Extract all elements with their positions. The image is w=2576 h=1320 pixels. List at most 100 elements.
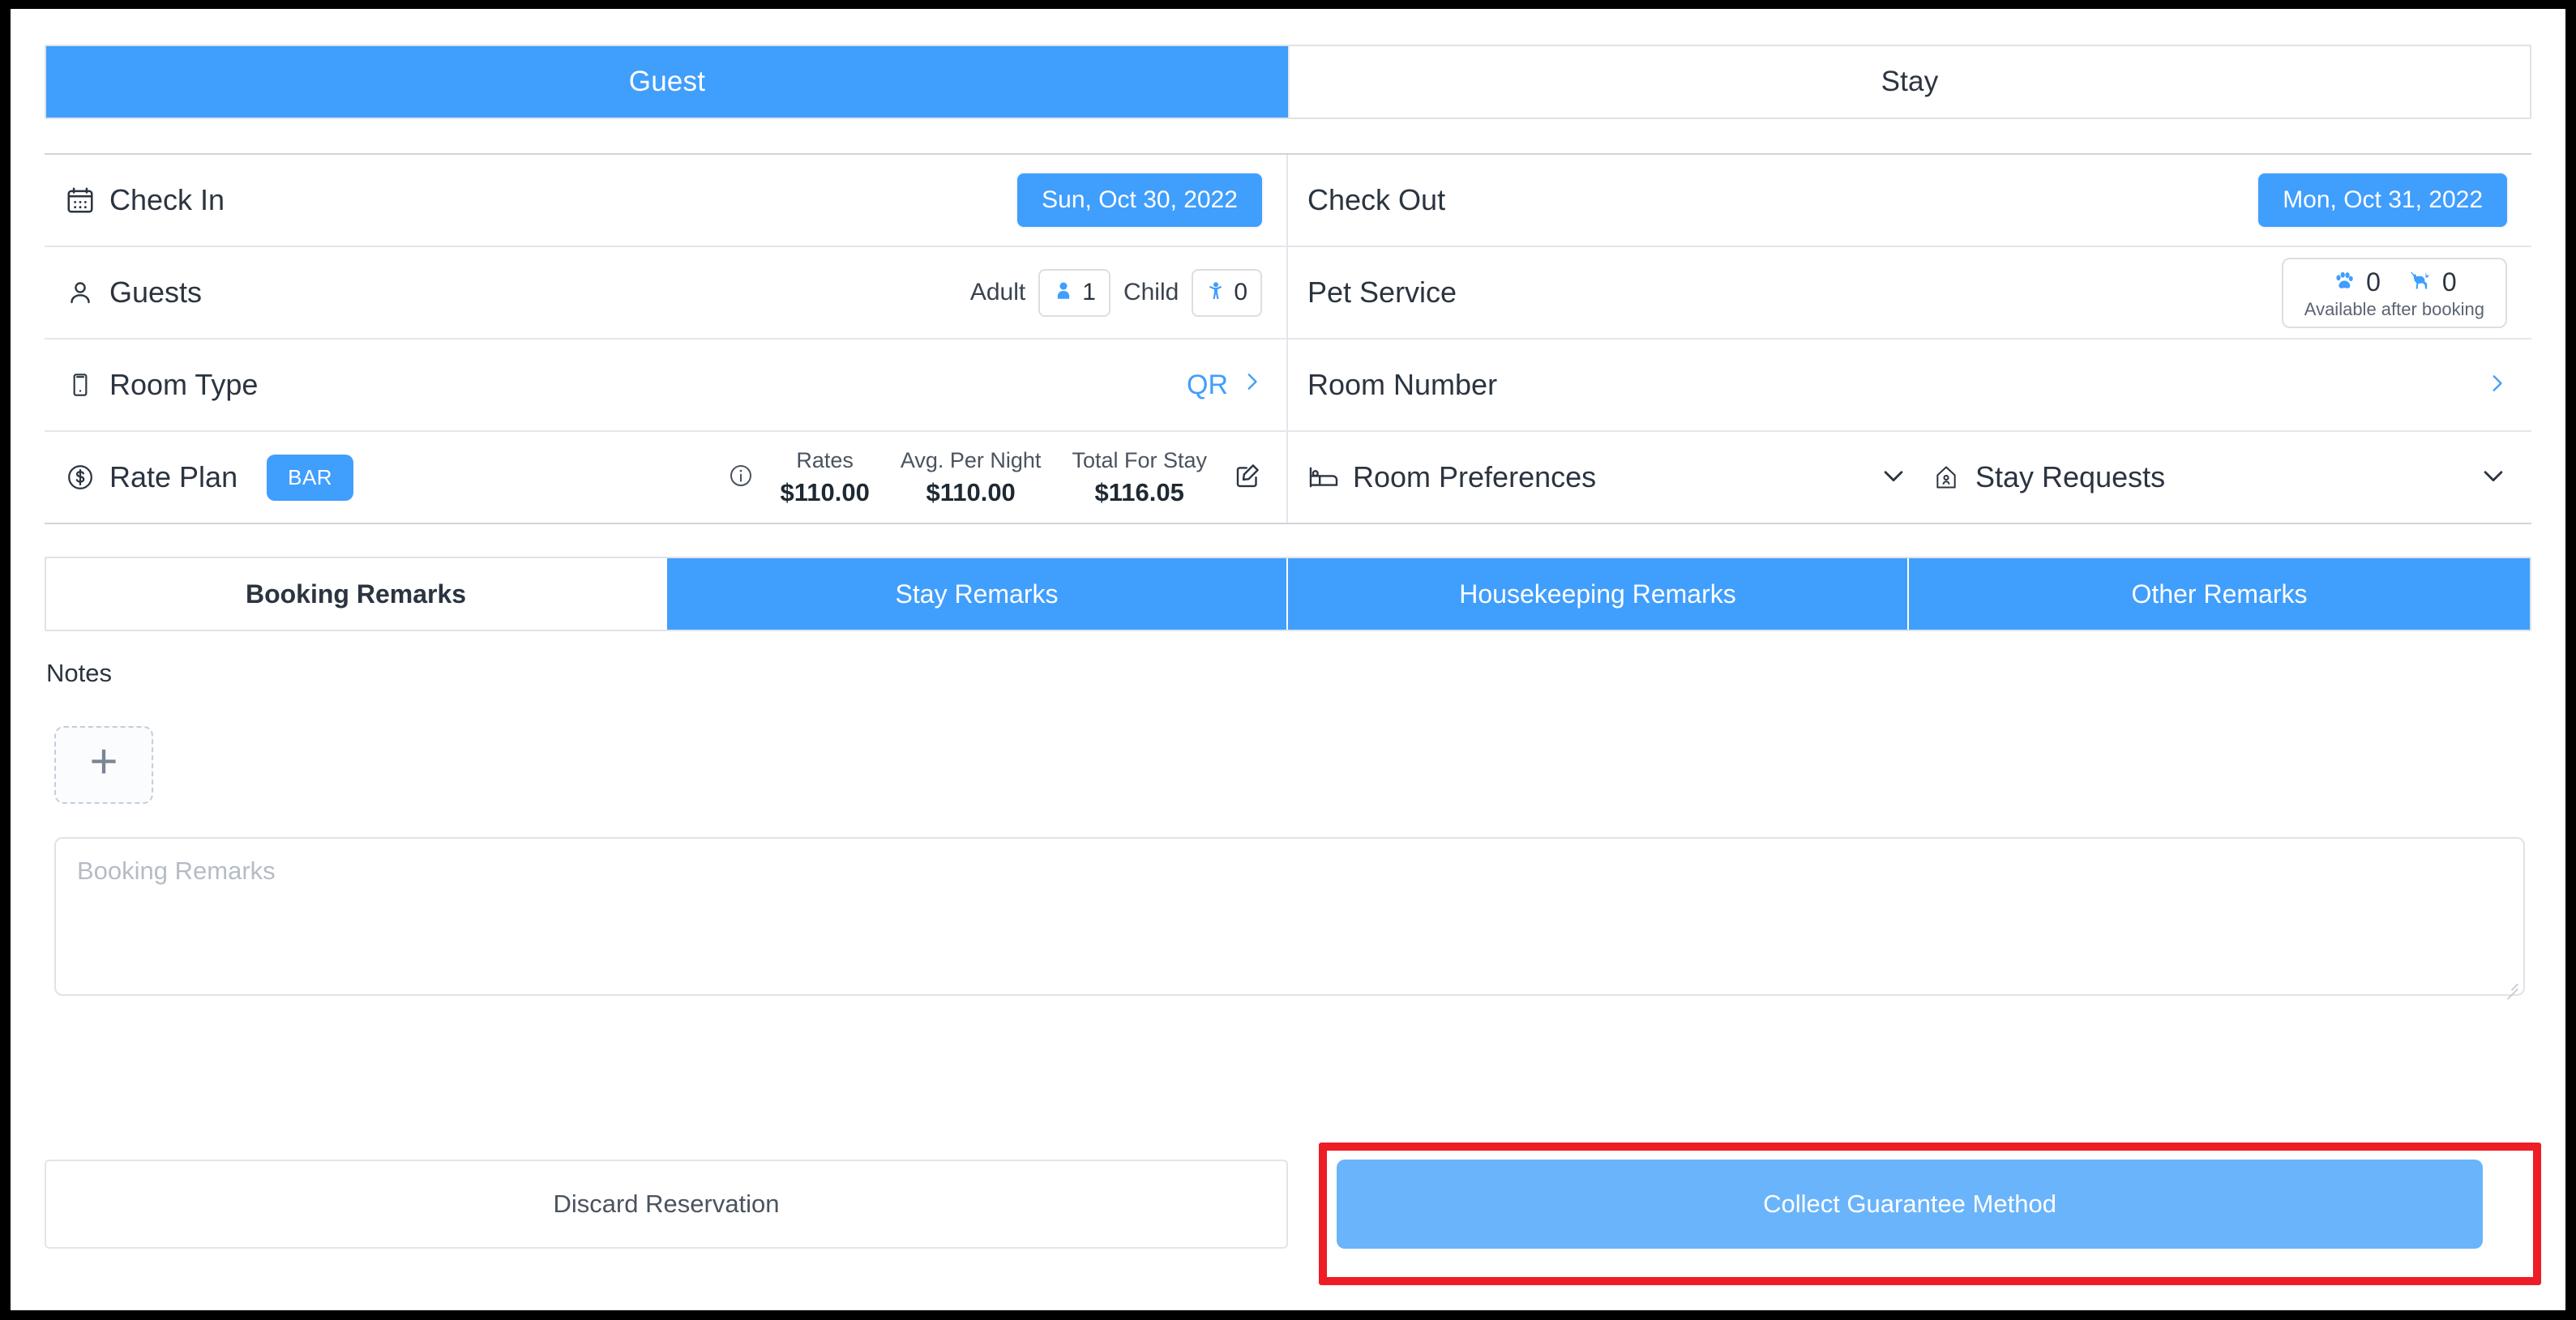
room-number-cell[interactable]: Room Number <box>1288 340 2531 430</box>
check-in-label-group: Check In <box>64 183 225 217</box>
guests-label-group: Guests <box>64 276 202 310</box>
tab-stay-remarks-label: Stay Remarks <box>895 579 1059 609</box>
pet-service-label-group: Pet Service <box>1307 276 1457 310</box>
chevron-down-icon[interactable] <box>1880 462 1907 493</box>
pet-availability-note: Available after booking <box>2304 298 2484 319</box>
room-type-label-group: Room Type <box>64 368 258 402</box>
paw-count: 0 <box>2366 267 2381 297</box>
footer-actions: Discard Reservation Collect Guarantee Me… <box>45 1160 2531 1249</box>
child-label: Child <box>1123 279 1179 305</box>
calendar-icon <box>64 184 96 216</box>
tab-stay[interactable]: Stay <box>1288 46 2530 117</box>
person-icon <box>64 276 96 309</box>
info-icon[interactable] <box>728 463 754 493</box>
detail-row-dates: Check In Sun, Oct 30, 2022 Check Out Mon… <box>45 155 2531 247</box>
adult-label: Adult <box>969 279 1026 305</box>
rate-column-title: Rates <box>796 447 854 472</box>
tab-stay-label: Stay <box>1881 66 1939 97</box>
remarks-tab-bar: Booking Remarks Stay Remarks Housekeepin… <box>45 557 2531 631</box>
chevron-down-icon[interactable] <box>2480 462 2507 493</box>
detail-row-rate-plan: Rate Plan BAR Rates $110.00 Avg. Per Nig… <box>45 432 2531 524</box>
collect-guarantee-method-label: Collect Guarantee Method <box>1763 1190 2056 1218</box>
discard-reservation-label: Discard Reservation <box>553 1190 780 1218</box>
collect-button-wrap: Collect Guarantee Method <box>1288 1160 2531 1249</box>
room-preferences-label-group: Room Preferences <box>1307 460 1596 494</box>
adult-count: 1 <box>1082 279 1096 305</box>
preferences-split: Room Preferences Stay Requests <box>1307 460 2507 494</box>
guests-cell: Guests Adult 1 Child 0 <box>45 247 1288 338</box>
check-out-cell[interactable]: Check Out Mon, Oct 31, 2022 <box>1288 155 2531 246</box>
check-out-date-button[interactable]: Mon, Oct 31, 2022 <box>2258 173 2507 227</box>
child-count: 0 <box>1234 279 1247 305</box>
home-icon <box>1930 461 1962 493</box>
guest-counters: Adult 1 Child 0 <box>969 268 1262 317</box>
rate-plan-badge[interactable]: BAR <box>267 454 354 501</box>
room-number-label-group: Room Number <box>1307 368 1497 402</box>
stay-requests-label: Stay Requests <box>1975 460 2166 493</box>
guests-label: Guests <box>109 276 203 309</box>
reservation-panel: Guest Stay Check In Sun, Oct 30, 2022 Ch… <box>11 9 2565 1310</box>
adult-icon <box>1053 279 1074 307</box>
dollar-circle-icon <box>64 461 96 493</box>
tab-other-remarks[interactable]: Other Remarks <box>1909 558 2530 630</box>
tab-guest-label: Guest <box>628 66 706 97</box>
pet-dog-counter[interactable]: 0 <box>2408 267 2457 297</box>
tab-other-remarks-label: Other Remarks <box>2131 579 2308 609</box>
tab-housekeeping-remarks-label: Housekeeping Remarks <box>1459 579 1736 609</box>
child-icon <box>1206 279 1226 307</box>
rate-column-rates: Rates $110.00 <box>775 448 874 507</box>
paw-icon <box>2332 268 2356 297</box>
room-type-qr-action[interactable]: QR <box>1187 365 1262 405</box>
check-out-label: Check Out <box>1307 183 1446 216</box>
room-icon <box>64 369 96 401</box>
tab-stay-remarks[interactable]: Stay Remarks <box>667 558 1288 630</box>
check-in-label: Check In <box>109 183 225 216</box>
check-in-date-button[interactable]: Sun, Oct 30, 2022 <box>1017 173 1262 227</box>
qr-label: QR <box>1187 369 1228 400</box>
booking-remarks-input[interactable] <box>54 837 2525 996</box>
guest-stay-tab-bar: Guest Stay <box>45 45 2531 119</box>
tab-guest[interactable]: Guest <box>46 46 1288 117</box>
rate-column-value: $110.00 <box>780 477 870 506</box>
check-in-cell[interactable]: Check In Sun, Oct 30, 2022 <box>45 155 1288 246</box>
rate-plan-label-group: Rate Plan BAR <box>64 454 354 501</box>
stay-requests-group[interactable]: Stay Requests <box>1907 460 2507 494</box>
adult-stepper[interactable]: 1 <box>1038 268 1110 317</box>
room-type-cell[interactable]: Room Type QR <box>45 340 1288 430</box>
detail-row-guests: Guests Adult 1 Child 0 Pet Service 0 0 A… <box>45 247 2531 340</box>
room-preferences-group[interactable]: Room Preferences <box>1307 460 1907 494</box>
chevron-right-icon <box>1241 365 1262 405</box>
pet-paw-counter[interactable]: 0 <box>2332 267 2381 297</box>
pet-service-label: Pet Service <box>1307 276 1457 309</box>
dog-count: 0 <box>2441 267 2457 297</box>
tab-housekeeping-remarks[interactable]: Housekeeping Remarks <box>1288 558 1909 630</box>
reservation-details-grid: Check In Sun, Oct 30, 2022 Check Out Mon… <box>45 153 2531 524</box>
notes-label: Notes <box>46 659 112 687</box>
edit-icon[interactable] <box>1233 461 1262 494</box>
preferences-cell: Room Preferences Stay Requests <box>1288 432 2531 523</box>
rate-column-title: Avg. Per Night <box>900 447 1042 472</box>
rate-column-avg-per-night: Avg. Per Night $110.00 <box>896 448 1046 507</box>
check-out-label-group: Check Out <box>1307 183 1445 217</box>
dog-icon <box>2408 268 2433 297</box>
collect-guarantee-method-button[interactable]: Collect Guarantee Method <box>1337 1160 2483 1249</box>
plus-icon: + <box>89 734 118 788</box>
chevron-right-icon[interactable] <box>2486 367 2507 404</box>
room-type-label: Room Type <box>109 368 259 401</box>
rate-column-total-for-stay: Total For Stay $116.05 <box>1067 448 1212 507</box>
rate-column-value: $110.00 <box>926 477 1016 506</box>
pet-service-box[interactable]: 0 0 Available after booking <box>2281 257 2507 328</box>
pet-service-cell: Pet Service 0 0 Available after booking <box>1288 247 2531 338</box>
room-number-label: Room Number <box>1307 368 1498 401</box>
rate-column-value: $116.05 <box>1094 477 1184 506</box>
stay-requests-label-group: Stay Requests <box>1930 460 2165 494</box>
screenshot-frame: Guest Stay Check In Sun, Oct 30, 2022 Ch… <box>0 0 2576 1320</box>
rate-column-title: Total For Stay <box>1072 447 1207 472</box>
child-stepper[interactable]: 0 <box>1192 268 1262 317</box>
rate-plan-cell: Rate Plan BAR Rates $110.00 Avg. Per Nig… <box>45 432 1288 523</box>
tab-booking-remarks[interactable]: Booking Remarks <box>46 558 667 630</box>
discard-reservation-button[interactable]: Discard Reservation <box>45 1160 1288 1249</box>
add-note-button[interactable]: + <box>54 726 153 804</box>
bed-icon <box>1307 461 1340 493</box>
rate-summary: Rates $110.00 Avg. Per Night $110.00 Tot… <box>728 448 1262 507</box>
